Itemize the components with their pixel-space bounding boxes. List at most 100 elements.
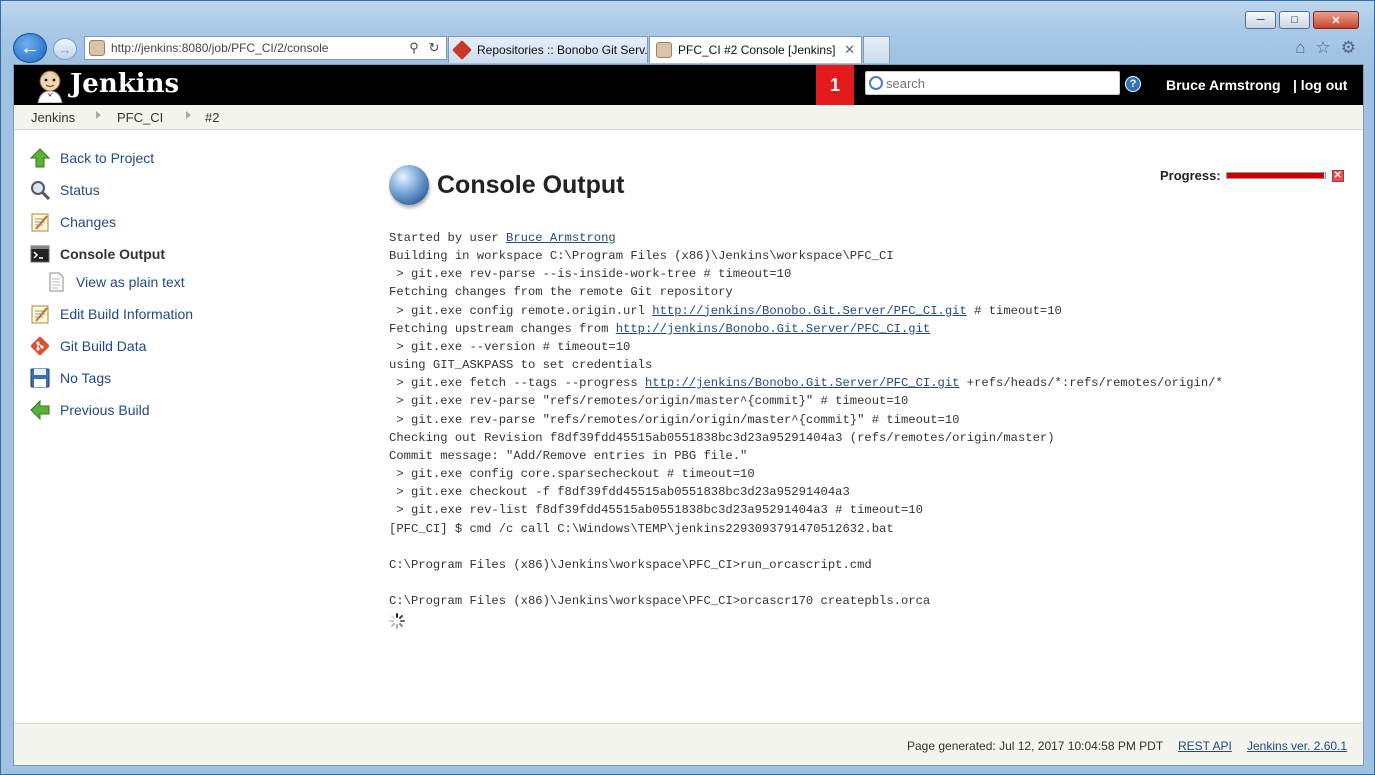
refresh-icon[interactable]: ↻ bbox=[426, 40, 442, 56]
console-ball-icon bbox=[389, 165, 429, 205]
tab-label: Repositories :: Bonobo Git Serv... bbox=[477, 43, 648, 57]
breadcrumb-jenkins[interactable]: Jenkins bbox=[31, 110, 75, 125]
console-line: Commit message: "Add/Remove entries in P… bbox=[389, 448, 748, 463]
tab-jenkins-console[interactable]: PFC_CI #2 Console [Jenkins] ✕ bbox=[649, 36, 862, 63]
sidebar-item-changes[interactable]: Changes bbox=[30, 211, 116, 233]
console-line: Started by user bbox=[389, 231, 507, 245]
console-line: # timeout=10 bbox=[966, 303, 1062, 318]
breadcrumb-separator-icon[interactable] bbox=[186, 111, 191, 119]
sidebar-item-label: No Tags bbox=[60, 370, 112, 386]
notepad-icon bbox=[31, 213, 49, 232]
console-line: [PFC_CI] $ cmd /c call C:\Windows\TEMP\j… bbox=[389, 521, 894, 536]
sidebar-item-git-build-data[interactable]: Git Build Data bbox=[30, 335, 146, 357]
jenkins-version-link[interactable]: Jenkins ver. 2.60.1 bbox=[1247, 739, 1347, 753]
user-link[interactable]: Bruce Armstrong bbox=[506, 231, 616, 245]
sidebar-item-console-output[interactable]: Console Output bbox=[30, 243, 165, 265]
terminal-icon bbox=[30, 245, 50, 263]
jenkins-butler-logo-icon[interactable] bbox=[32, 67, 68, 103]
jenkins-title[interactable]: Jenkins bbox=[70, 69, 179, 99]
git-icon bbox=[452, 40, 472, 60]
breadcrumb-build[interactable]: #2 bbox=[205, 110, 219, 125]
breadcrumb-pfc-ci[interactable]: PFC_CI bbox=[117, 110, 163, 125]
tab-bonobo-repositories[interactable]: Repositories :: Bonobo Git Serv... bbox=[448, 36, 648, 63]
address-bar[interactable]: http://jenkins:8080/job/PFC_CI/2/console… bbox=[84, 36, 447, 60]
sidebar-item-previous-build[interactable]: Previous Build bbox=[30, 399, 150, 421]
back-button[interactable]: ← bbox=[13, 33, 47, 63]
browser-toolbar: ← → http://jenkins:8080/job/PFC_CI/2/con… bbox=[13, 33, 1362, 63]
console-line: > git.exe rev-parse --is-inside-work-tre… bbox=[389, 267, 792, 282]
page-title-block: Console Output bbox=[389, 165, 624, 205]
magnifier-icon bbox=[31, 181, 50, 200]
browser-right-tools: ⌂ ☆ ⚙ bbox=[1295, 38, 1356, 58]
sidebar-item-label: Git Build Data bbox=[60, 338, 147, 354]
console-output: Started by user Bruce Armstrong Building… bbox=[389, 229, 1349, 610]
user-name-link[interactable]: Bruce Armstrong bbox=[1166, 77, 1281, 93]
tab-label: PFC_CI #2 Console [Jenkins] bbox=[678, 43, 836, 57]
sidebar-item-label: Status bbox=[60, 182, 100, 198]
console-line: > git.exe config core.sparsecheckout # t… bbox=[389, 467, 755, 482]
sidebar-item-edit-build-info[interactable]: Edit Build Information bbox=[30, 303, 193, 325]
home-icon[interactable]: ⌂ bbox=[1295, 38, 1305, 58]
console-line: C:\Program Files (x86)\Jenkins\workspace… bbox=[389, 557, 872, 572]
console-line: > git.exe fetch --tags --progress bbox=[389, 376, 645, 391]
back-arrow-icon: ← bbox=[20, 36, 40, 59]
search-dropdown-icon[interactable]: ⚲ bbox=[406, 40, 422, 56]
notepad-icon bbox=[31, 305, 49, 324]
floppy-disk-icon bbox=[30, 368, 50, 388]
help-icon[interactable]: ? bbox=[1125, 76, 1141, 92]
console-line: Fetching changes from the remote Git rep… bbox=[389, 285, 733, 300]
sidebar-item-label: Edit Build Information bbox=[60, 306, 194, 322]
up-arrow-icon bbox=[30, 148, 50, 168]
loading-spinner-icon bbox=[389, 613, 405, 629]
console-line: +refs/heads/*:refs/remotes/origin/* bbox=[959, 376, 1223, 391]
repo-url-link[interactable]: http://jenkins/Bonobo.Git.Server/PFC_CI.… bbox=[652, 304, 967, 318]
console-line: > git.exe rev-parse "refs/remotes/origin… bbox=[389, 394, 909, 409]
sidebar-item-view-plain-text[interactable]: View as plain text bbox=[46, 271, 185, 293]
search-input[interactable] bbox=[886, 75, 1106, 91]
repo-url-link[interactable]: http://jenkins/Bonobo.Git.Server/PFC_CI.… bbox=[616, 322, 931, 336]
sidebar-item-status[interactable]: Status bbox=[30, 179, 100, 201]
maximize-button[interactable]: □ bbox=[1279, 11, 1310, 29]
favorites-star-icon[interactable]: ☆ bbox=[1316, 38, 1331, 58]
console-line: using GIT_ASKPASS to set credentials bbox=[389, 358, 653, 373]
settings-gear-icon[interactable]: ⚙ bbox=[1341, 38, 1356, 58]
sidebar-item-label: Console Output bbox=[60, 246, 165, 262]
console-line: > git.exe config remote.origin.url bbox=[389, 303, 653, 318]
minimize-button[interactable]: ─ bbox=[1245, 11, 1276, 29]
forward-arrow-icon: → bbox=[58, 41, 72, 57]
progress-bar bbox=[1225, 172, 1326, 179]
page-title: Console Output bbox=[437, 170, 625, 199]
console-line: > git.exe rev-list f8df39fdd45515ab05518… bbox=[389, 503, 923, 518]
forward-button[interactable]: → bbox=[53, 38, 77, 60]
sidebar-item-back-to-project[interactable]: Back to Project bbox=[30, 147, 154, 169]
close-window-button[interactable]: ✕ bbox=[1313, 11, 1359, 29]
close-tab-icon[interactable]: ✕ bbox=[838, 42, 855, 58]
console-line: Checking out Revision f8df39fdd45515ab05… bbox=[389, 430, 1055, 445]
new-tab-button[interactable] bbox=[863, 36, 890, 63]
search-box[interactable] bbox=[865, 71, 1120, 95]
repo-url-link[interactable]: http://jenkins/Bonobo.Git.Server/PFC_CI.… bbox=[645, 376, 960, 390]
sidebar-item-label: View as plain text bbox=[76, 274, 185, 290]
jenkins-favicon-icon bbox=[89, 40, 105, 56]
page-generated-text: Page generated: Jul 12, 2017 10:04:58 PM… bbox=[907, 739, 1164, 753]
git-icon bbox=[30, 336, 50, 356]
search-icon bbox=[869, 76, 883, 90]
breadcrumb-separator-icon[interactable] bbox=[96, 111, 101, 119]
page-viewport: Jenkins 1 ? Bruce Armstrong | log out Je… bbox=[13, 64, 1364, 766]
notification-badge[interactable]: 1 bbox=[816, 65, 854, 105]
address-url[interactable]: http://jenkins:8080/job/PFC_CI/2/console bbox=[111, 41, 406, 55]
console-line: Building in workspace C:\Program Files (… bbox=[389, 249, 894, 264]
document-icon bbox=[49, 272, 64, 292]
left-arrow-icon bbox=[30, 400, 50, 420]
logout-link[interactable]: | log out bbox=[1293, 77, 1347, 93]
progress-label: Progress: bbox=[1160, 168, 1221, 183]
browser-window: ─ □ ✕ ← → http://jenkins:8080/job/PFC_CI… bbox=[0, 0, 1375, 775]
jenkins-favicon-icon bbox=[656, 42, 672, 58]
breadcrumb: Jenkins PFC_CI #2 bbox=[14, 105, 1363, 130]
jenkins-header: Jenkins 1 ? Bruce Armstrong | log out bbox=[14, 65, 1363, 105]
rest-api-link[interactable]: REST API bbox=[1178, 739, 1232, 753]
stop-build-icon[interactable]: ✕ bbox=[1331, 169, 1344, 182]
sidebar-item-no-tags[interactable]: No Tags bbox=[30, 367, 111, 389]
console-line: > git.exe rev-parse "refs/remotes/origin… bbox=[389, 412, 960, 427]
console-line: Fetching upstream changes from bbox=[389, 321, 616, 336]
